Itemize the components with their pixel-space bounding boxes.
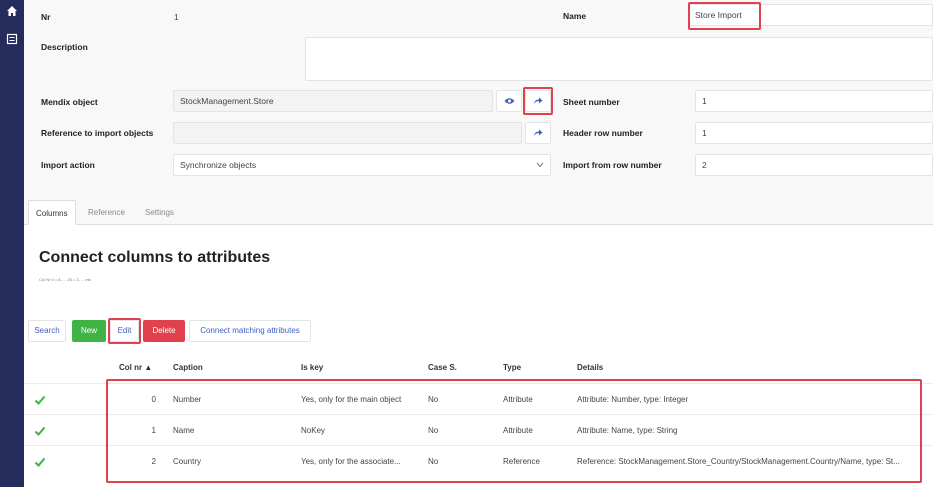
caption-cell: Number (173, 395, 202, 404)
reference-field[interactable] (173, 122, 522, 144)
share-arrow-icon (534, 97, 543, 105)
description-field[interactable] (305, 37, 933, 81)
mendix-object-label: Mendix object (41, 97, 98, 107)
list-icon[interactable] (6, 33, 18, 45)
home-icon[interactable] (6, 5, 18, 17)
caption-header[interactable]: Caption (173, 363, 203, 372)
edit-button[interactable]: Edit (110, 320, 139, 342)
new-button[interactable]: New (72, 320, 106, 342)
connect-matching-button[interactable]: Connect matching attributes (189, 320, 311, 342)
section-subtitle: Col Nr 0 = A, ... 25 = Z, ... etc (39, 277, 91, 282)
eye-icon (504, 98, 514, 104)
chevron-down-icon (536, 162, 544, 168)
tab-settings[interactable]: Settings (138, 200, 181, 225)
side-navigation (0, 0, 24, 487)
view-object-button[interactable] (496, 90, 522, 112)
import-action-label: Import action (41, 160, 95, 170)
header-row-label: Header row number (563, 128, 643, 138)
type-cell: Attribute (503, 395, 533, 404)
details-cell: Reference: StockManagement.Store_Country… (577, 457, 900, 466)
share-arrow-icon (534, 129, 543, 137)
mendix-object-field[interactable]: StockManagement.Store (173, 90, 493, 112)
import-from-row-label: Import from row number (563, 160, 662, 170)
details-cell: Attribute: Number, type: Integer (577, 395, 689, 404)
is-key-header[interactable]: Is key (301, 363, 323, 372)
import-from-row-field[interactable]: 2 (695, 154, 933, 176)
col-nr-cell: 1 (151, 426, 156, 435)
type-cell: Attribute (503, 426, 533, 435)
import-action-select[interactable]: Synchronize objects (173, 154, 551, 176)
tab-bar: Columns Reference Settings (24, 200, 933, 225)
description-label: Description (41, 42, 88, 52)
sheet-number-label: Sheet number (563, 97, 620, 107)
case-sensitive-header[interactable]: Case S. (428, 363, 457, 372)
table-row[interactable]: 2 Country Yes, only for the associate...… (24, 445, 933, 476)
reference-label: Reference to import objects (41, 128, 154, 138)
details-cell: Attribute: Name, type: String (577, 426, 678, 435)
col-nr-cell: 0 (151, 395, 156, 404)
is-key-cell: NoKey (301, 426, 326, 435)
select-object-button[interactable] (525, 90, 551, 112)
nr-label: Nr (41, 12, 51, 22)
name-field[interactable]: Store Import (688, 4, 933, 26)
import-action-value: Synchronize objects (180, 160, 257, 170)
check-icon (34, 395, 46, 405)
case-cell: No (428, 395, 439, 404)
select-reference-button[interactable] (525, 122, 551, 144)
search-button[interactable]: Search (28, 320, 66, 342)
check-icon (34, 457, 46, 467)
type-header[interactable]: Type (503, 363, 521, 372)
columns-panel: Connect columns to attributes Col Nr 0 =… (24, 225, 933, 487)
check-icon (34, 426, 46, 436)
main-area: Nr 1 Name Store Import Description Mendi… (24, 0, 933, 487)
type-cell: Reference (503, 457, 540, 466)
is-key-cell: Yes, only for the main object (301, 395, 402, 404)
sheet-number-field[interactable]: 1 (695, 90, 933, 112)
table-row[interactable]: 0 Number Yes, only for the main object N… (24, 383, 933, 414)
col-nr-header[interactable]: Col nr ▲ (119, 363, 152, 372)
delete-button[interactable]: Delete (143, 320, 185, 342)
name-label: Name (563, 11, 587, 21)
section-title: Connect columns to attributes (39, 249, 271, 266)
case-cell: No (428, 457, 439, 466)
col-nr-cell: 2 (151, 457, 156, 466)
caption-cell: Name (173, 426, 195, 435)
case-cell: No (428, 426, 439, 435)
is-key-cell: Yes, only for the associate... (301, 457, 401, 466)
table-row[interactable]: 1 Name NoKey No Attribute Attribute: Nam… (24, 414, 933, 445)
details-header[interactable]: Details (577, 363, 603, 372)
tab-reference[interactable]: Reference (81, 200, 132, 225)
caption-cell: Country (173, 457, 202, 466)
tab-columns[interactable]: Columns (28, 200, 76, 225)
nr-value: 1 (174, 12, 179, 22)
header-row-field[interactable]: 1 (695, 122, 933, 144)
